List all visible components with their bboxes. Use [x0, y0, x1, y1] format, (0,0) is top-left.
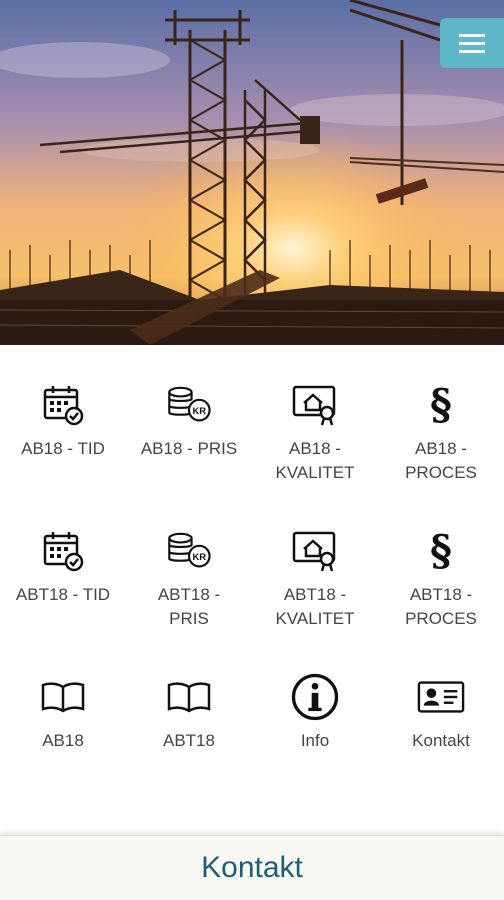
calendar-check-icon: [39, 527, 87, 575]
tile-label: AB18: [42, 731, 84, 750]
svg-text:KR: KR: [192, 405, 206, 416]
footer-kontakt-button[interactable]: Kontakt: [0, 835, 504, 900]
paragraph-icon: §: [430, 526, 452, 575]
coins-kr-icon: KR: [165, 381, 213, 429]
tile-ab18[interactable]: AB18: [0, 637, 126, 783]
tile-ab18-pris[interactable]: KR AB18 - PRIS: [126, 345, 252, 491]
tile-label: AB18 - PRIS: [140, 439, 238, 458]
tile-kontakt[interactable]: Kontakt: [378, 637, 504, 783]
tile-label: AB18 - PROCES: [405, 439, 477, 482]
certificate-house-icon: [291, 381, 339, 429]
svg-text:KR: KR: [192, 551, 206, 562]
hamburger-icon: [459, 33, 485, 37]
tile-info[interactable]: Info: [252, 637, 378, 783]
calendar-check-icon: [39, 381, 87, 429]
paragraph-icon: §: [430, 380, 452, 429]
hero-image: [0, 0, 504, 345]
tile-label: ABT18 - TID: [15, 585, 111, 604]
info-icon: [291, 673, 339, 721]
tile-label: ABT18 - PRIS: [157, 585, 221, 628]
tile-abt18-pris[interactable]: KR ABT18 - PRIS: [126, 491, 252, 637]
tile-label: ABT18 - PROCES: [405, 585, 477, 628]
tile-ab18-proces[interactable]: § AB18 - PROCES: [378, 345, 504, 491]
certificate-house-icon: [291, 527, 339, 575]
tile-abt18[interactable]: ABT18: [126, 637, 252, 783]
tile-label: ABT18 - KVALITET: [275, 585, 355, 628]
category-grid: AB18 - TID KR AB18 - PRIS AB18 - KVALITE…: [0, 345, 504, 783]
open-book-icon: [39, 673, 87, 721]
tile-label: AB18 - KVALITET: [275, 439, 355, 482]
footer-label: Kontakt: [201, 851, 303, 884]
tile-label: Kontakt: [412, 731, 470, 750]
tile-label: Info: [300, 731, 330, 750]
tile-label: ABT18: [163, 731, 215, 750]
menu-button[interactable]: [440, 18, 504, 68]
open-book-icon: [165, 673, 213, 721]
tile-abt18-tid[interactable]: ABT18 - TID: [0, 491, 126, 637]
tile-ab18-tid[interactable]: AB18 - TID: [0, 345, 126, 491]
contact-card-icon: [417, 673, 465, 721]
tile-abt18-proces[interactable]: § ABT18 - PROCES: [378, 491, 504, 637]
tile-ab18-kvalitet[interactable]: AB18 - KVALITET: [252, 345, 378, 491]
tile-label: AB18 - TID: [21, 439, 105, 458]
tile-abt18-kvalitet[interactable]: ABT18 - KVALITET: [252, 491, 378, 637]
coins-kr-icon: KR: [165, 527, 213, 575]
